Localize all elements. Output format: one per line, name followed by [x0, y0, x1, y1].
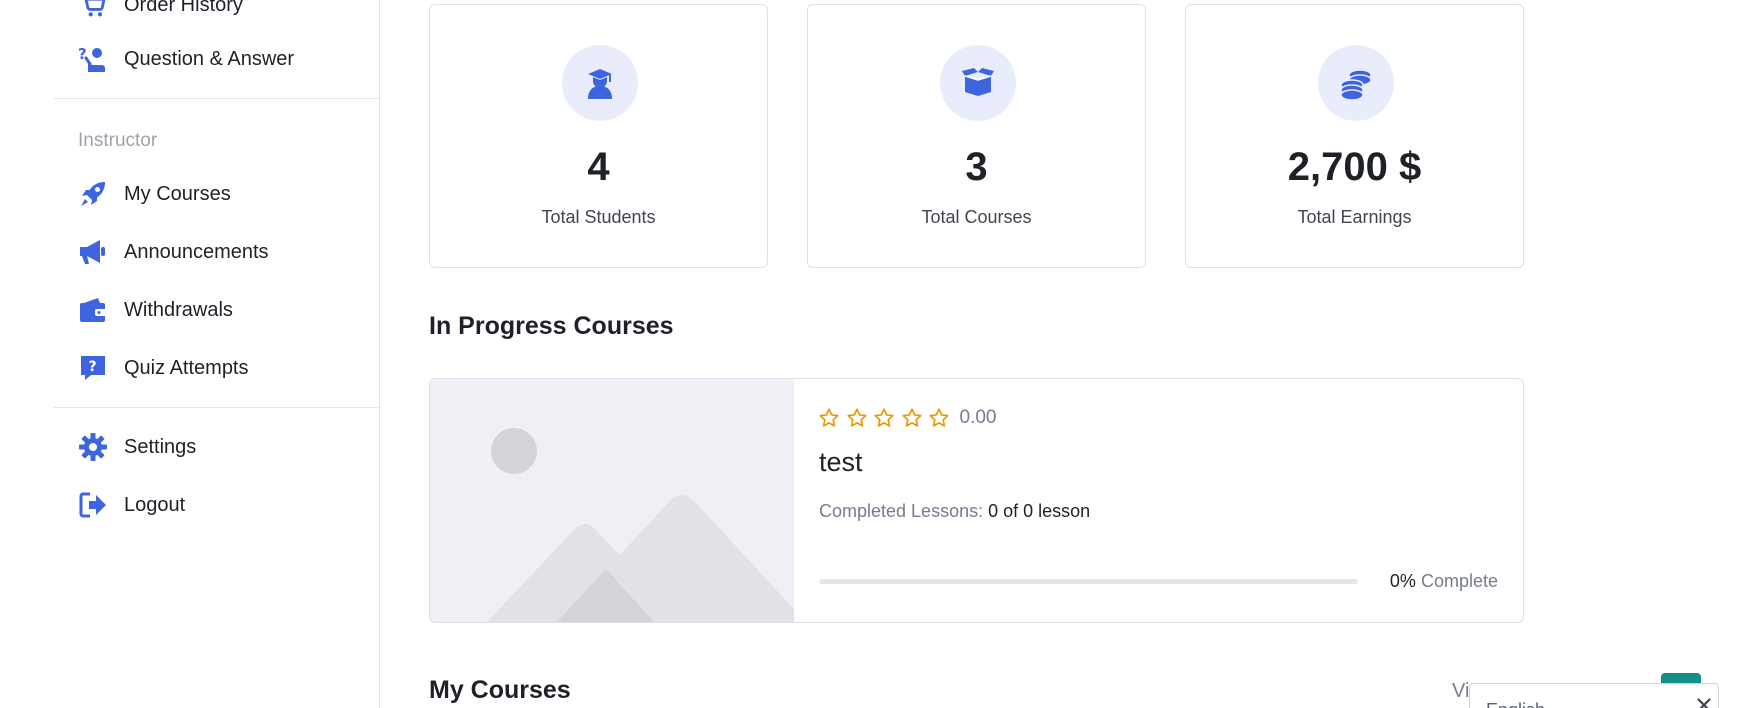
stat-card-courses: 3 Total Courses [807, 4, 1146, 268]
sidebar-item-label: Question & Answer [124, 47, 295, 70]
sidebar-divider [54, 407, 380, 408]
sidebar-item-quiz-attempts[interactable]: ? Quiz Attempts [78, 348, 249, 388]
course-rating: 0.00 [818, 407, 996, 429]
sidebar-item-label: Order History [124, 0, 243, 16]
star-outline-icon [846, 408, 867, 427]
question-answer-icon: ? [78, 44, 108, 74]
stat-label: Total Courses [921, 207, 1032, 227]
graduate-icon [562, 45, 638, 121]
course-progress-bar [819, 579, 1358, 584]
gear-icon [78, 432, 108, 462]
sidebar-item-my-courses[interactable]: My Courses [78, 174, 231, 214]
sidebar-item-announcements[interactable]: Announcements [78, 232, 269, 272]
completed-lessons: Completed Lessons: 0 of 0 lesson [819, 501, 1090, 522]
cart-icon [78, 0, 108, 20]
sidebar-item-label: Settings [124, 435, 197, 458]
sidebar-item-withdrawals[interactable]: Withdrawals [78, 290, 233, 330]
stat-label: Total Earnings [1297, 207, 1412, 227]
star-outline-icon [819, 408, 839, 427]
svg-text:?: ? [89, 359, 97, 375]
course-title-link[interactable]: test [819, 447, 863, 478]
sidebar-item-label: Withdrawals [124, 298, 233, 321]
wallet-icon [78, 295, 108, 325]
close-icon[interactable] [1695, 696, 1713, 708]
stat-card-earnings: 2,700 $ Total Earnings [1185, 4, 1524, 268]
course-card[interactable]: 0.00 test Completed Lessons: 0 of 0 less… [429, 378, 1524, 623]
sidebar-item-label: Quiz Attempts [124, 356, 249, 379]
course-progress-text: 0% Complete [1390, 571, 1498, 592]
stat-label: Total Students [541, 207, 656, 227]
stat-value: 3 [965, 145, 988, 189]
in-progress-heading: In Progress Courses [429, 312, 674, 340]
dashboard-sidebar: Order History ? Question & Answer Instru… [0, 0, 380, 708]
coins-icon [1318, 45, 1394, 121]
open-box-icon [940, 45, 1016, 121]
completed-lessons-label: Completed Lessons: [819, 501, 984, 521]
sidebar-item-label: My Courses [124, 182, 231, 205]
star-outline-icon [874, 408, 894, 427]
sidebar-item-settings[interactable]: Settings [78, 427, 196, 467]
sidebar-item-order-history[interactable]: Order History [78, 0, 243, 25]
sidebar-item-logout[interactable]: Logout [78, 485, 185, 525]
sidebar-section-instructor: Instructor [78, 130, 158, 151]
logout-icon [78, 490, 108, 520]
star-outline-icon [929, 408, 949, 427]
my-courses-heading: My Courses [429, 676, 571, 704]
language-select[interactable]: English [1469, 683, 1719, 708]
quiz-icon: ? [78, 353, 108, 383]
course-thumbnail-placeholder[interactable] [430, 379, 794, 622]
sidebar-item-label: Logout [124, 493, 186, 516]
progress-suffix: Complete [1420, 571, 1498, 591]
sidebar-item-label: Announcements [124, 240, 269, 263]
stat-value: 4 [587, 145, 610, 189]
star-outline-icon [901, 408, 922, 427]
progress-percent: 0% [1389, 571, 1416, 591]
svg-text:?: ? [78, 45, 87, 63]
rocket-icon [78, 179, 108, 209]
completed-lessons-value: 0 of 0 lesson [988, 501, 1091, 521]
view-all-link[interactable]: Vi [1452, 680, 1469, 703]
megaphone-icon [78, 237, 108, 267]
stat-card-students: 4 Total Students [429, 4, 768, 268]
rating-value: 0.00 [959, 407, 997, 428]
sidebar-divider [54, 98, 380, 99]
sidebar-item-question-answer[interactable]: ? Question & Answer [78, 39, 294, 79]
stat-value: 2,700 $ [1287, 145, 1422, 189]
